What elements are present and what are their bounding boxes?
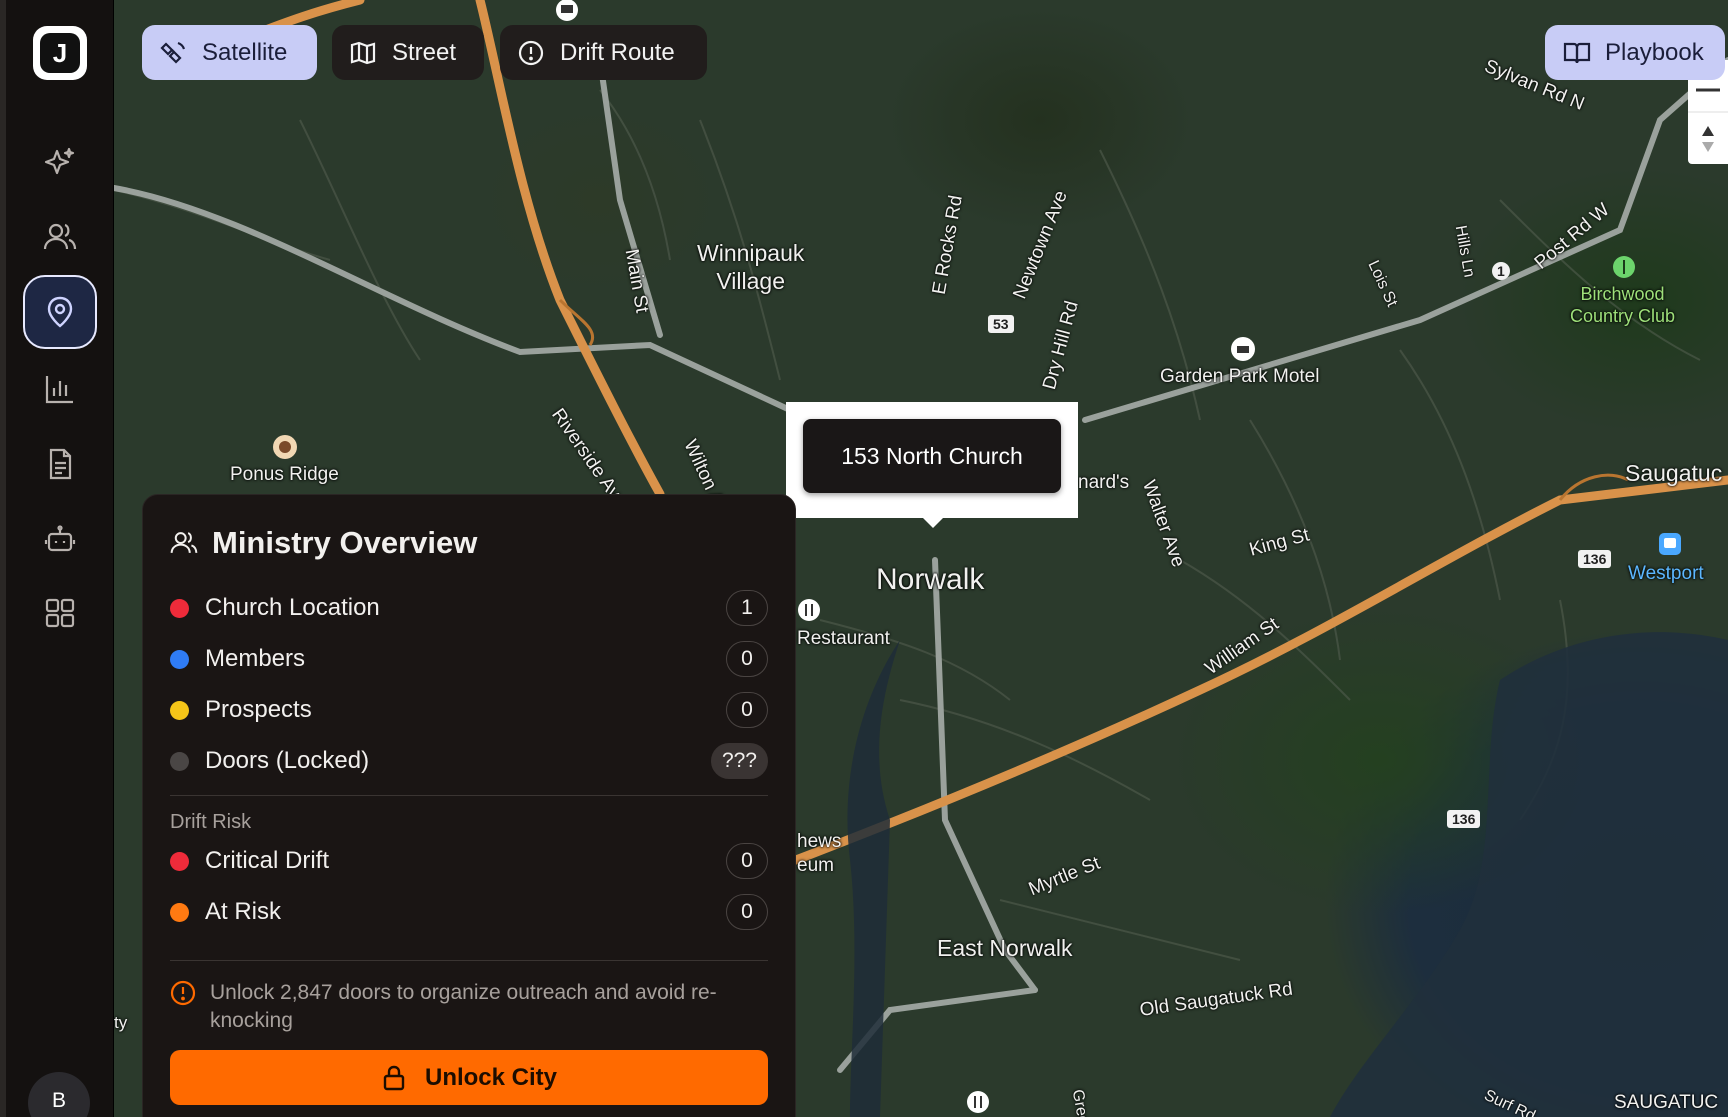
grid-icon[interactable] — [40, 593, 80, 633]
legend-dot-gray — [170, 751, 189, 771]
sidebar: J B — [0, 0, 114, 1117]
drift-row-critical: Critical Drift 0 — [170, 843, 768, 879]
map-label-ty: ty — [114, 1013, 128, 1032]
document-icon[interactable] — [40, 444, 80, 484]
map-label-ponus-ridge: Ponus Ridge — [230, 464, 339, 485]
map-label-museum: eum — [797, 855, 834, 876]
unlock-notice-text: Unlock 2,847 doors to organize outreach … — [210, 981, 717, 1033]
legend-count-locked: ??? — [710, 743, 768, 779]
park-icon — [273, 435, 297, 459]
legend-row-church-location: Church Location 1 — [170, 590, 768, 626]
divider — [170, 960, 768, 961]
restaurant-icon — [798, 599, 820, 621]
drift-route-label: Drift Route — [560, 38, 675, 66]
book-open-icon — [1563, 42, 1591, 63]
drift-dot-red — [170, 851, 189, 871]
drift-risk-heading: Drift Risk — [170, 811, 252, 833]
legend-row-members: Members 0 — [170, 641, 768, 677]
map-label-saugatuck: Saugatuc — [1625, 460, 1723, 486]
legend-count: 0 — [726, 641, 768, 677]
drift-row-at-risk: At Risk 0 — [170, 894, 768, 930]
street-toggle-button[interactable]: Street — [332, 25, 484, 80]
divider — [170, 795, 768, 796]
legend-label: Members — [205, 645, 306, 672]
legend-label: Doors (Locked) — [205, 747, 370, 774]
map-icon — [350, 41, 376, 64]
legend-count: 0 — [726, 692, 768, 728]
satellite-icon — [160, 41, 186, 64]
bus-icon — [556, 0, 578, 21]
alert-circle-icon — [518, 40, 544, 65]
legend-dot-yellow — [170, 700, 189, 720]
legend-count: 1 — [726, 590, 768, 626]
legend-row-prospects: Prospects 0 — [170, 692, 768, 728]
legend-dot-blue — [170, 649, 189, 669]
bar-chart-icon[interactable] — [40, 369, 80, 409]
ministry-overview-panel: Ministry Overview Church Location 1 Memb… — [142, 494, 796, 1117]
unlock-city-button[interactable]: Unlock City — [170, 1050, 768, 1105]
panel-title: Ministry Overview — [212, 525, 478, 560]
map-label-restaurant: Restaurant — [797, 628, 890, 649]
popup-address-label: 153 North Church — [803, 419, 1061, 493]
map-label-leonards: nard's — [1078, 472, 1130, 493]
drift-count: 0 — [726, 843, 768, 879]
map-label-winnipauk: Winnipauk Village — [697, 240, 805, 294]
playbook-button[interactable]: Playbook — [1545, 25, 1725, 80]
drift-label: At Risk — [205, 898, 282, 925]
map-pin-icon[interactable] — [23, 275, 97, 349]
restaurant-icon-2 — [967, 1091, 989, 1113]
map-label-westport: Westport — [1628, 563, 1704, 584]
street-label: Street — [392, 38, 457, 66]
unlock-city-label: Unlock City — [424, 1063, 558, 1091]
map-label-hews: hews — [797, 831, 842, 852]
popup-arrow — [923, 518, 943, 528]
app-root: Winnipauk Village Ponus Ridge Norwalk Re… — [0, 0, 1728, 1117]
logo-mark: J — [40, 33, 80, 73]
legend-dot-red — [170, 598, 189, 618]
drift-dot-orange — [170, 902, 189, 922]
golf-icon — [1613, 256, 1635, 278]
lock-icon — [383, 1065, 405, 1090]
unlock-notice: Unlock 2,847 doors to organize outreach … — [170, 979, 768, 1036]
satellite-toggle-button[interactable]: Satellite — [142, 25, 317, 80]
legend-row-doors-locked: Doors (Locked) ??? — [170, 743, 768, 779]
location-popup: 153 North Church — [786, 402, 1078, 528]
legend-label: Church Location — [205, 594, 380, 621]
route-shield-136-a: 136 — [1578, 550, 1612, 568]
route-shield-136-b: 136 — [1447, 810, 1481, 828]
hotel-icon — [1231, 337, 1255, 361]
drift-count: 0 — [726, 894, 768, 930]
alert-circle-icon — [170, 980, 196, 1006]
transit-icon — [1659, 533, 1681, 555]
map-label-birchwood: Birchwood Country Club — [1570, 284, 1676, 326]
map-label-garden-park-motel: Garden Park Motel — [1160, 366, 1320, 387]
legend-label: Prospects — [205, 696, 312, 723]
route-shield-53: 53 — [988, 315, 1014, 333]
map-label-saugatuck-bottom: SAUGATUC — [1614, 1092, 1719, 1113]
drift-route-button[interactable]: Drift Route — [500, 25, 707, 80]
playbook-label: Playbook — [1605, 38, 1704, 66]
bot-icon[interactable] — [40, 520, 80, 560]
sparkle-icon[interactable] — [40, 142, 80, 182]
route-shield-1: 1 — [1492, 262, 1510, 280]
map-label-east-norwalk: East Norwalk — [937, 935, 1073, 961]
map-label-norwalk: Norwalk — [876, 563, 985, 596]
drift-label: Critical Drift — [205, 847, 329, 874]
users-icon — [170, 532, 198, 553]
users-icon[interactable] — [40, 217, 80, 257]
satellite-label: Satellite — [202, 38, 288, 66]
app-logo[interactable]: J — [33, 26, 87, 80]
user-avatar[interactable]: B — [28, 1072, 90, 1117]
panel-header: Ministry Overview — [170, 525, 477, 561]
